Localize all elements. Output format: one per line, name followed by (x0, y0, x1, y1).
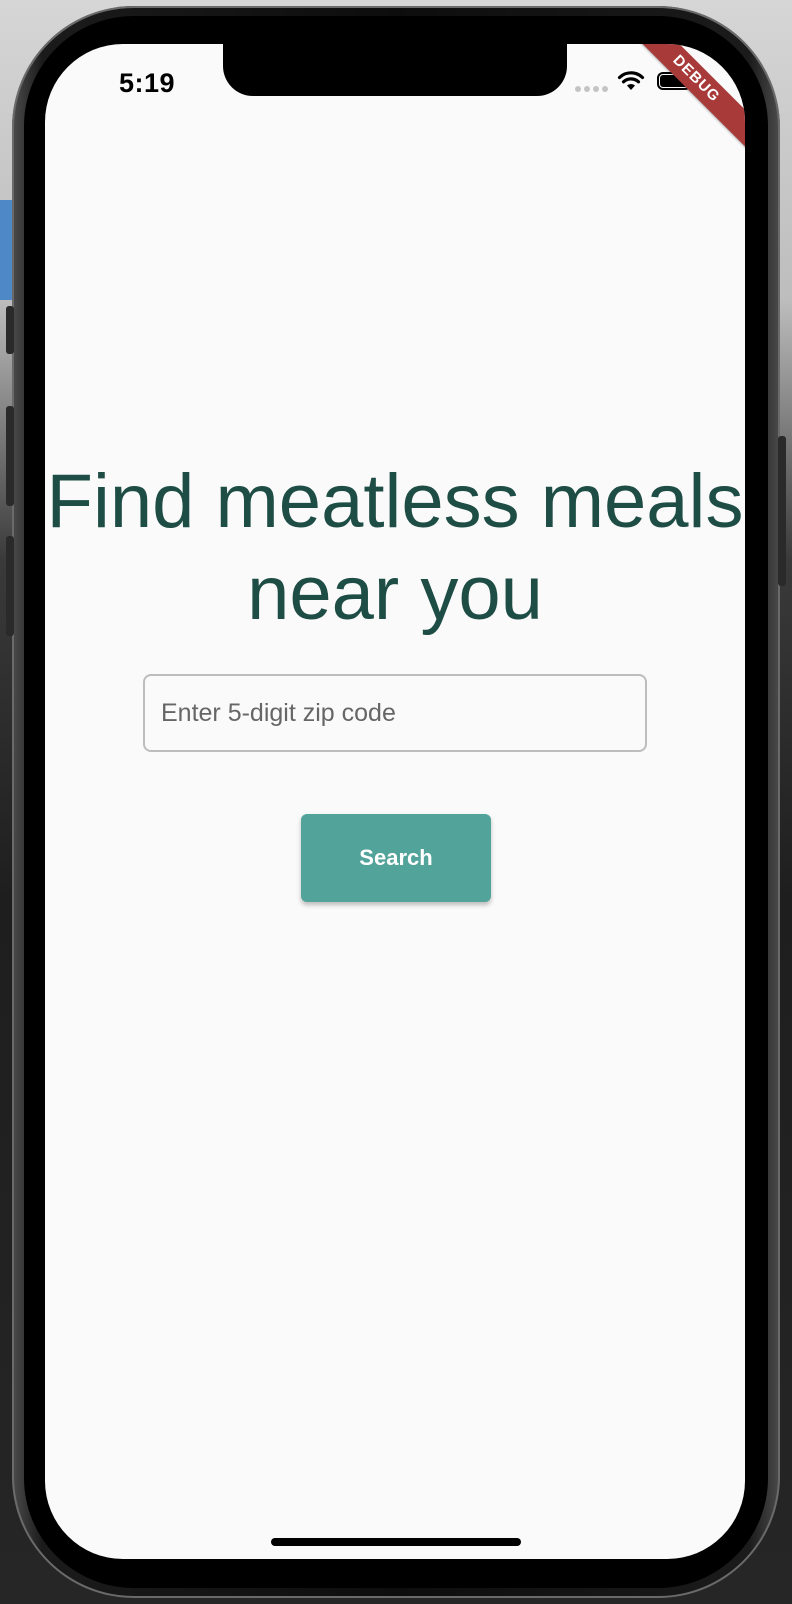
zip-code-input[interactable] (143, 674, 647, 752)
search-button[interactable]: Search (301, 814, 491, 902)
status-time: 5:19 (119, 68, 176, 98)
wifi-icon (617, 71, 645, 90)
side-button (778, 436, 786, 586)
cellular-signal-icon (575, 86, 609, 94)
app-screen: 5:19 DEBUG Find meatless meals near you … (45, 44, 745, 1559)
page-headline: Find meatless meals near you (46, 459, 744, 636)
side-button (6, 536, 14, 636)
home-indicator[interactable] (271, 1538, 521, 1546)
side-button (6, 306, 14, 354)
camera-notch (223, 44, 567, 96)
side-button (6, 406, 14, 506)
